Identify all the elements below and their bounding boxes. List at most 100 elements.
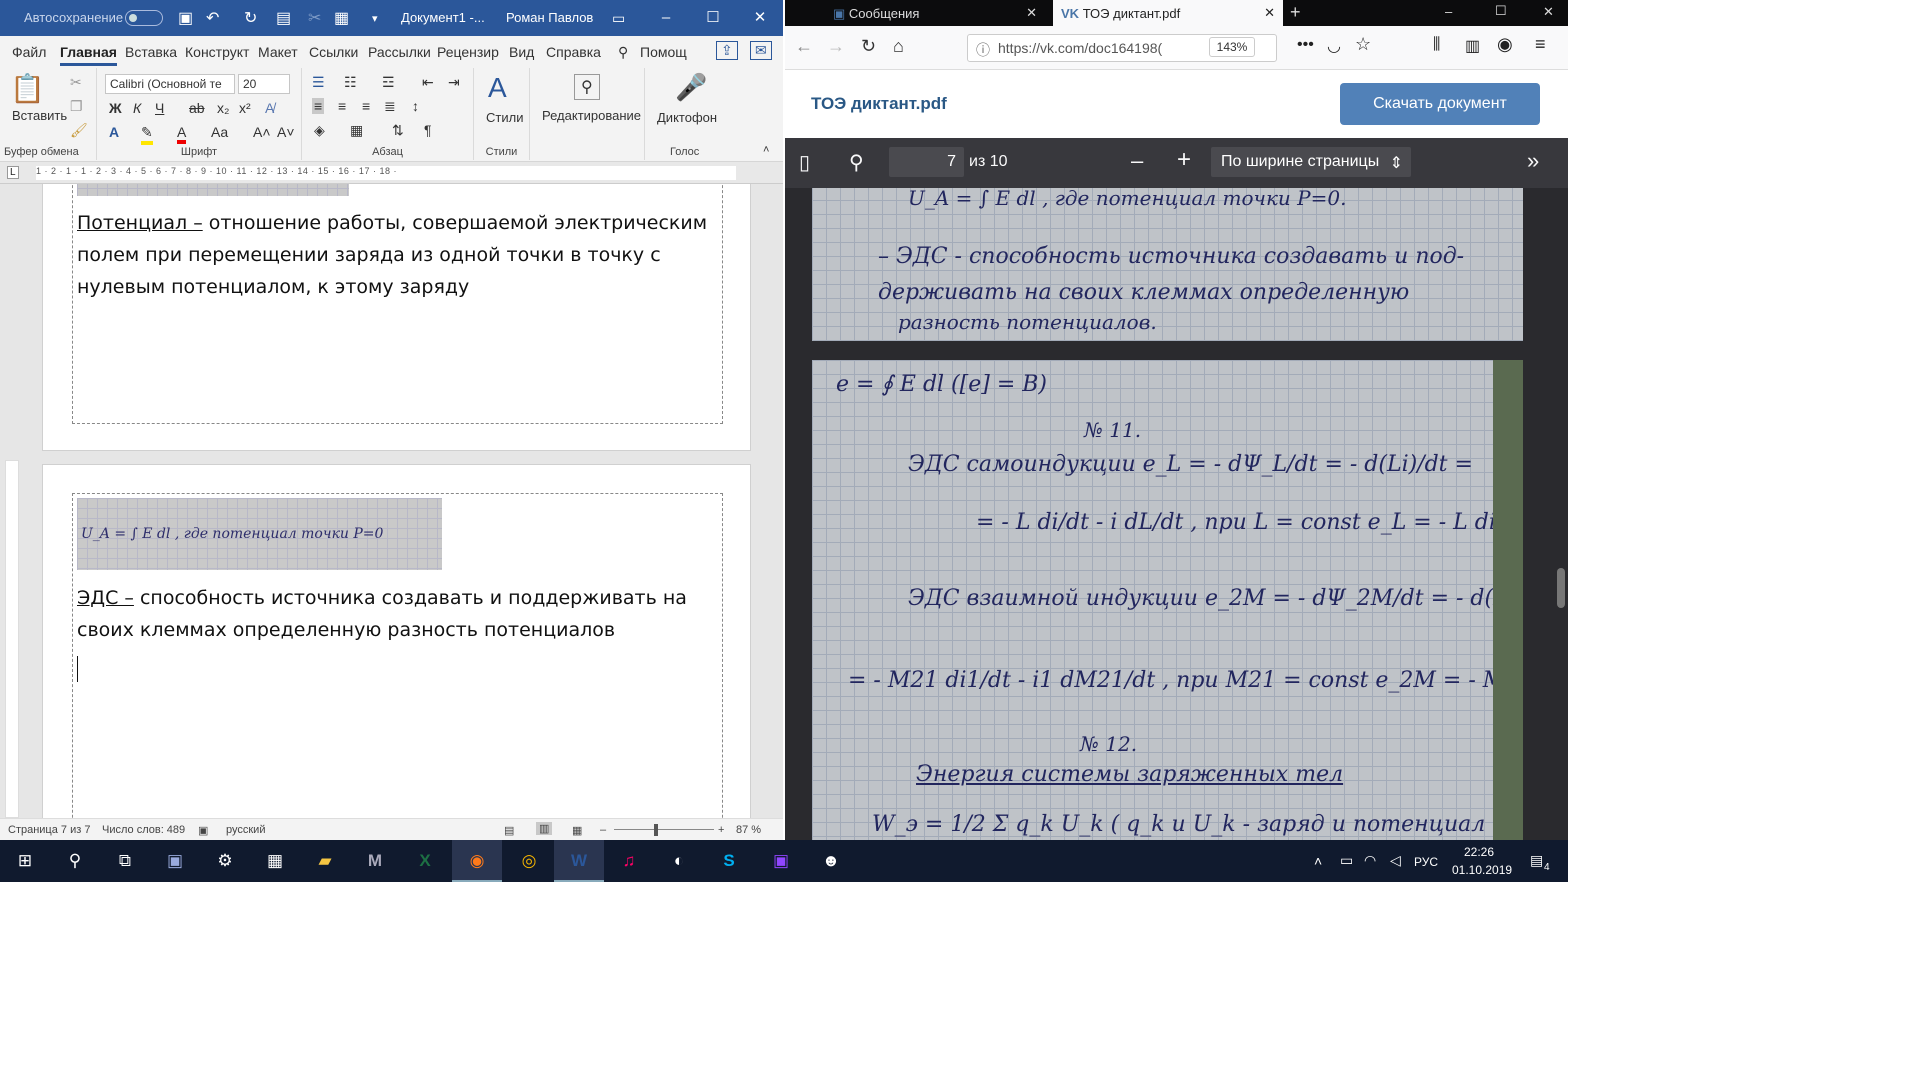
tray-chevron-icon[interactable]: ˄ [1314,853,1322,869]
task-view-icon[interactable]: ⧉ [100,840,150,882]
twitch-icon[interactable]: ▣ [756,840,806,882]
page-actions-icon[interactable]: ••• [1297,36,1314,54]
tools-icon[interactable]: » [1527,148,1539,174]
font-size-select[interactable]: 20 [238,74,290,94]
close-button[interactable]: ✕ [737,0,783,36]
decrease-indent-icon[interactable]: ⇤ [422,74,434,91]
horizontal-ruler[interactable]: L 1 · 2 · 1 · 1 · 2 · 3 · 4 · 5 · 6 · 7 … [0,162,783,184]
menu-icon[interactable]: ≡ [1535,34,1546,55]
bold-icon[interactable]: Ж [109,100,122,116]
tab-mailings[interactable]: Рассылки [368,44,431,60]
tab-file[interactable]: Файл [12,44,46,60]
status-words[interactable]: Число слов: 489 [102,824,185,836]
user-name[interactable]: Роман Павлов [506,10,593,25]
comments-icon[interactable]: ✉ [750,41,772,60]
minimize-icon[interactable]: – [1445,4,1452,19]
save-icon[interactable]: ▣ [178,8,193,28]
zoom-in-icon[interactable]: + [718,824,724,836]
new-tab-icon[interactable]: + [1290,2,1301,23]
close-tab-icon[interactable]: ✕ [1026,5,1037,21]
pdf-scrollbar[interactable] [1554,188,1568,840]
excel-icon[interactable]: X [400,840,450,882]
pdf-viewer[interactable]: U_A = ∫ E dl , где потенциал точки P=0. … [785,188,1568,840]
back-icon[interactable]: ← [795,36,813,57]
increase-indent-icon[interactable]: ⇥ [448,74,460,91]
customize-toolbar-icon[interactable]: ▾ [372,12,378,25]
multilevel-list-icon[interactable]: ☲ [382,74,395,91]
status-zoom[interactable]: 87 % [736,824,761,836]
status-page[interactable]: Страница 7 из 7 [8,824,90,836]
vertical-ruler[interactable] [5,460,19,818]
calculator-icon[interactable]: ▦ [250,840,300,882]
share-icon[interactable]: ⇪ [716,41,738,60]
page1-paragraph[interactable]: Потенциал – отношение работы, совершаемо… [77,207,721,303]
justify-icon[interactable]: ≣ [384,98,396,115]
wifi-icon[interactable]: ◠ [1364,852,1376,869]
battery-icon[interactable]: ▭ [1340,852,1353,869]
reload-icon[interactable]: ↻ [861,36,876,57]
library-icon[interactable]: ⫼ [1433,36,1440,54]
itunes-icon[interactable]: ♫ [604,840,654,882]
shading-icon[interactable]: ◈ [314,122,325,139]
scale-select[interactable]: По ширине страницы ⇕ [1211,147,1411,177]
start-icon[interactable]: ⊞ [0,840,50,882]
page2-paragraph[interactable]: ЭДС – способность источника создавать и … [77,582,721,646]
show-formatting-icon[interactable]: ¶ [424,122,432,138]
document-area[interactable]: A Потенциал – отношение работы, совершае… [0,184,783,818]
strikethrough-icon[interactable]: ab [189,100,205,116]
search-icon[interactable]: ⚲ [50,840,100,882]
print-layout-icon[interactable]: ▥ [536,822,553,835]
forward-icon[interactable]: → [827,36,845,57]
font-name-select[interactable]: Calibri (Основной те [105,74,235,94]
zoom-in-icon[interactable]: + [1177,146,1191,174]
bookmark-star-icon[interactable]: ☆ [1355,34,1371,55]
tab-insert[interactable]: Вставка [125,44,177,60]
page-number-input[interactable]: 7 [889,147,964,177]
download-button[interactable]: Скачать документ [1340,83,1540,125]
tab-help[interactable]: Справка [546,44,601,60]
format-painter-icon[interactable]: ✂ [308,8,321,28]
pdf-scrollbar-thumb[interactable] [1557,568,1565,608]
tab-references[interactable]: Ссылки [309,44,358,60]
tab-messages[interactable]: ▣ Сообщения ✕ [825,0,1045,26]
paste-icon[interactable]: 📋 [10,72,45,105]
tab-view[interactable]: Вид [509,44,534,60]
ribbon-display-icon[interactable]: ▭ [612,10,625,27]
italic-icon[interactable]: К [133,100,141,116]
clock-date[interactable]: 01.10.2019 [1452,863,1512,877]
volume-icon[interactable]: ◁ [1390,852,1401,869]
styles-icon[interactable]: A [488,72,507,104]
borders-icon[interactable]: ▦ [350,122,363,139]
collapse-ribbon-icon[interactable]: ˄ [763,144,769,156]
zoom-indicator[interactable]: 143% [1209,37,1255,57]
redo-icon[interactable]: ↻ [244,8,257,28]
tab-selector-icon[interactable]: L [7,166,19,179]
read-mode-icon[interactable]: ▤ [504,824,514,837]
file-explorer-icon[interactable]: ▰ [300,840,350,882]
sidebar-toggle-icon[interactable]: ▯ [799,150,810,175]
shrink-font-icon[interactable]: A˅ [277,124,295,140]
microphone-icon[interactable]: 🎤 [675,72,707,103]
text-effects-icon[interactable]: A [109,124,119,140]
underline-icon[interactable]: Ч [155,100,164,116]
close-tab-icon[interactable]: ✕ [1264,5,1275,21]
tab-design[interactable]: Конструкт [185,44,249,60]
align-left-icon[interactable]: ≡ [312,98,325,114]
tab-pdf[interactable]: VK ТОЭ диктант.pdf ✕ [1053,0,1283,26]
search-icon[interactable]: ⚲ [618,44,628,61]
bullets-icon[interactable]: ☰ [312,74,325,91]
editing-button[interactable]: Редактирование [542,108,641,123]
zoom-slider[interactable] [614,829,714,830]
paste-button[interactable]: Вставить [12,108,67,123]
copy-icon[interactable]: ❐ [70,98,83,115]
steam-icon[interactable]: ◐ [654,840,704,882]
minimize-button[interactable]: – [643,0,689,36]
superscript-icon[interactable]: x² [239,100,251,116]
clear-formatting-icon[interactable]: A̸ [265,100,274,116]
skype-icon[interactable]: S [704,840,754,882]
pocket-icon[interactable]: ◡ [1327,36,1341,56]
maximize-button[interactable]: ☐ [690,0,736,36]
chrome-icon[interactable]: ◎ [504,840,554,882]
word-icon[interactable]: W [554,840,604,882]
notifications-icon[interactable]: ▤ [1530,852,1543,869]
